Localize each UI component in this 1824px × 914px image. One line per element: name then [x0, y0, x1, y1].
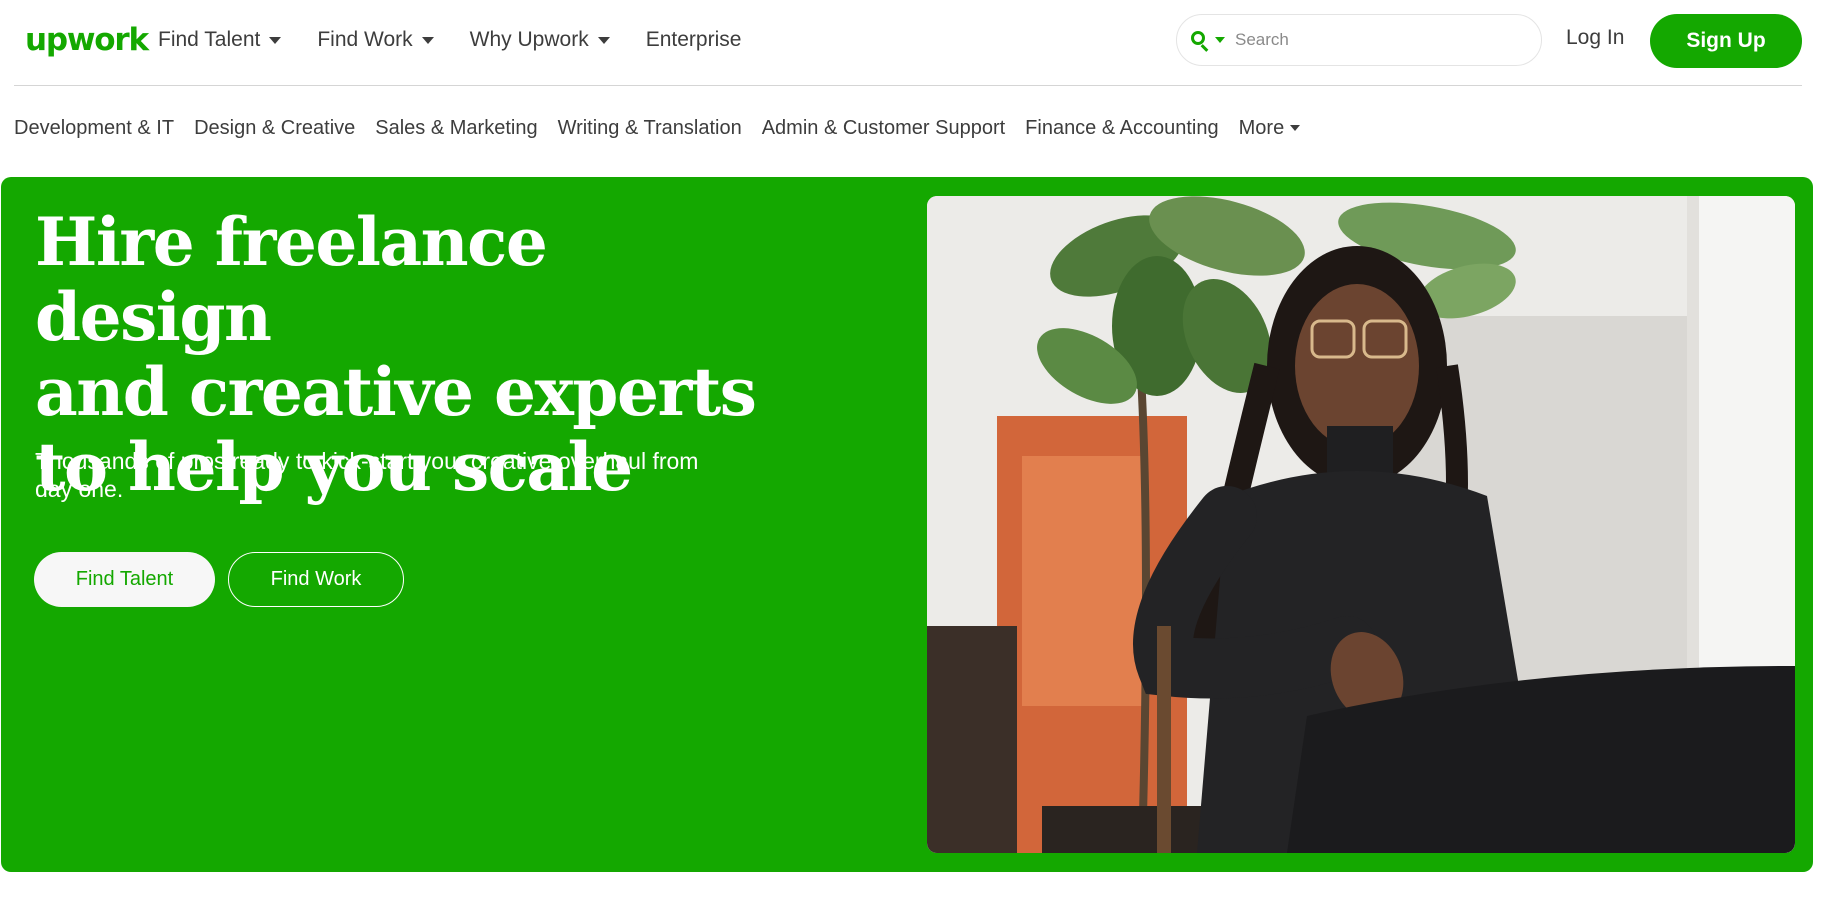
- nav-find-work-label: Find Work: [317, 28, 413, 51]
- category-development-it[interactable]: Development & IT: [14, 117, 174, 140]
- hero-photo-illustration: [927, 196, 1795, 853]
- search-icon[interactable]: [1189, 29, 1211, 52]
- login-link[interactable]: Log In: [1566, 26, 1624, 50]
- hero-find-talent-button[interactable]: Find Talent: [34, 552, 215, 607]
- site-header: upwork Find Talent Find Work Why Upwork …: [0, 0, 1824, 86]
- hero-banner: Hire freelance design and creative exper…: [1, 177, 1813, 872]
- nav-why-upwork[interactable]: Why Upwork: [470, 28, 610, 52]
- search-type-chevron-down-icon[interactable]: [1215, 37, 1225, 43]
- main-nav: Find Talent Find Work Why Upwork Enterpr…: [158, 22, 777, 58]
- category-nav: Development & IT Design & Creative Sales…: [14, 114, 1320, 142]
- nav-find-work[interactable]: Find Work: [317, 28, 434, 52]
- nav-find-talent-label: Find Talent: [158, 28, 261, 51]
- hero-find-work-button[interactable]: Find Work: [228, 552, 404, 607]
- category-admin-support[interactable]: Admin & Customer Support: [762, 117, 1005, 140]
- chevron-down-icon: [421, 36, 434, 44]
- nav-why-upwork-label: Why Upwork: [469, 28, 589, 51]
- chevron-down-icon: [269, 36, 282, 44]
- nav-find-talent[interactable]: Find Talent: [158, 28, 282, 52]
- category-more-label: More: [1238, 116, 1285, 139]
- chevron-down-icon: [1290, 125, 1301, 131]
- category-sales-marketing[interactable]: Sales & Marketing: [375, 117, 537, 140]
- category-more[interactable]: More: [1239, 117, 1301, 140]
- chevron-down-icon: [597, 36, 610, 44]
- category-finance-accounting[interactable]: Finance & Accounting: [1025, 117, 1218, 140]
- hero-title-line: and creative experts: [35, 353, 757, 431]
- nav-enterprise[interactable]: Enterprise: [646, 28, 742, 52]
- header-divider: [14, 85, 1802, 86]
- hero-subtitle: Thousands of pros ready to kick-start yo…: [35, 448, 699, 502]
- nav-enterprise-label: Enterprise: [645, 28, 742, 51]
- category-design-creative[interactable]: Design & Creative: [194, 117, 355, 140]
- upwork-logo[interactable]: upwork: [25, 20, 149, 60]
- search-input[interactable]: [1235, 30, 1515, 50]
- hero-title-line: Hire freelance design: [35, 203, 548, 356]
- hero-photo: [927, 196, 1795, 853]
- search-bar[interactable]: [1176, 14, 1542, 66]
- category-writing-translation[interactable]: Writing & Translation: [558, 117, 742, 140]
- signup-button[interactable]: Sign Up: [1650, 14, 1802, 68]
